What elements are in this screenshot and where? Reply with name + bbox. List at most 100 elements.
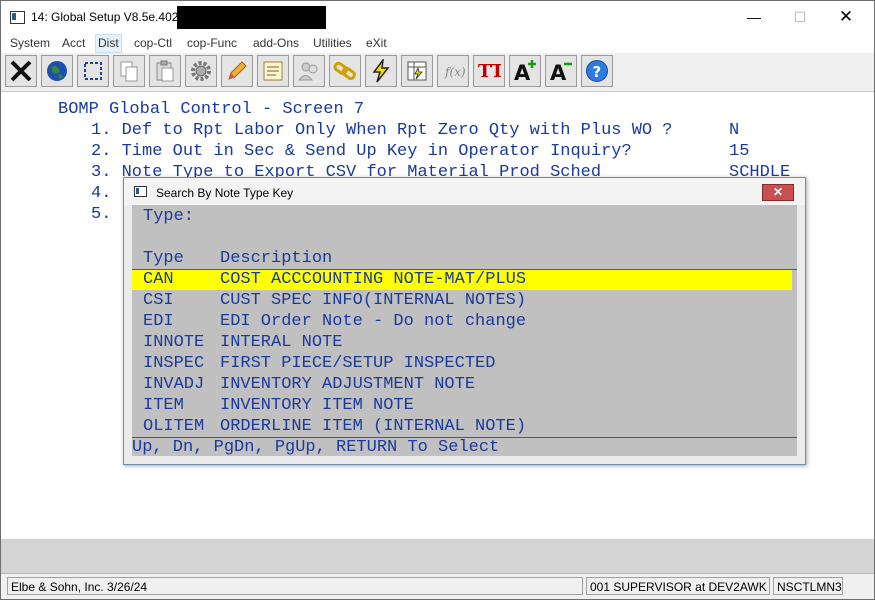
list-item[interactable]: INVADJ INVENTORY ADJUSTMENT NOTE	[132, 375, 792, 395]
settings-gear-icon	[191, 61, 211, 81]
field-1-prompt: 1. Def to Rpt Labor Only When Rpt Zero Q…	[91, 121, 673, 140]
toolbar-font-decrease-button[interactable]: A	[545, 55, 577, 87]
minimize-button[interactable]: —	[731, 1, 777, 33]
row-type: EDI	[143, 312, 174, 331]
field-5-prompt: 5.	[91, 205, 112, 224]
app-icon	[10, 11, 25, 24]
toolbar-copy-button[interactable]	[113, 55, 145, 87]
list-item[interactable]: INSPEC FIRST PIECE/SETUP INSPECTED	[132, 354, 792, 374]
toolbar-formula-button[interactable]: f(x)	[437, 55, 469, 87]
list-item-selected[interactable]: CAN COST ACCCOUNTING NOTE-MAT/PLUS	[132, 270, 792, 290]
list-item[interactable]: EDI EDI Order Note - Do not change	[132, 312, 792, 332]
row-type: OLITEM	[143, 417, 205, 436]
column-header-description: Description	[220, 249, 333, 268]
row-description: EDI Order Note - Do not change	[220, 312, 527, 331]
svg-text:f(x): f(x)	[444, 65, 465, 79]
toolbar-paste-button[interactable]	[149, 55, 181, 87]
screen-title: BOMP Global Control - Screen 7	[58, 100, 365, 119]
dialog-app-icon	[134, 186, 147, 197]
window-title: 14: Global Setup V8.5e.402 -	[31, 10, 186, 24]
menu-exit[interactable]: eXit	[366, 36, 387, 50]
bottom-gray-band	[1, 539, 874, 573]
font-increase-icon: A	[514, 60, 536, 83]
row-type: INSPEC	[143, 354, 205, 373]
menu-bar: System Acct Dist cop-Ctl cop-Func add-On…	[1, 33, 874, 53]
close-x-icon	[10, 60, 32, 82]
title-bar[interactable]: 14: Global Setup V8.5e.402 - — ☐ ✕	[1, 1, 874, 33]
toolbar-close-button[interactable]	[5, 55, 37, 87]
toolbar-font-button[interactable]: TT	[473, 55, 505, 87]
list-item[interactable]: CSI CUST SPEC INFO(INTERNAL NOTES)	[132, 291, 792, 311]
copy-icon	[120, 61, 138, 82]
spreadsheet-icon	[407, 61, 427, 81]
toolbar-lightning-button[interactable]	[365, 55, 397, 87]
toolbar-edit-button[interactable]	[221, 55, 253, 87]
row-type: INVADJ	[143, 375, 205, 394]
row-description: ORDERLINE ITEM (INTERNAL NOTE)	[220, 417, 527, 436]
field-4-prompt: 4.	[91, 184, 112, 203]
formula-icon: f(x)	[444, 65, 465, 79]
globe-icon	[47, 61, 67, 81]
toolbar-spreadsheet-button[interactable]	[401, 55, 433, 87]
status-company: Elbe & Sohn, Inc. 3/26/24	[7, 577, 583, 595]
link-icon	[333, 61, 356, 81]
font-decrease-icon: A	[550, 61, 572, 83]
menu-cop-ctl[interactable]: cop-Ctl	[134, 36, 172, 50]
field-2-prompt: 2. Time Out in Sec & Send Up Key in Oper…	[91, 142, 632, 161]
search-dialog: Search By Note Type Key ✕ Type: Type Des…	[123, 177, 806, 465]
dialog-close-button[interactable]: ✕	[762, 184, 794, 201]
toolbar-users-button[interactable]	[293, 55, 325, 87]
menu-acct[interactable]: Acct	[62, 36, 85, 50]
toolbar-notes-button[interactable]	[257, 55, 289, 87]
status-bar: Elbe & Sohn, Inc. 3/26/24 001 SUPERVISOR…	[1, 573, 874, 599]
type-search-label[interactable]: Type:	[143, 207, 194, 226]
list-item[interactable]: ITEM INVENTORY ITEM NOTE	[132, 396, 792, 416]
toolbar-font-increase-button[interactable]: A	[509, 55, 541, 87]
toolbar-globe-button[interactable]	[41, 55, 73, 87]
column-header-type: Type	[143, 249, 184, 268]
row-description: INTERAL NOTE	[220, 333, 343, 352]
edit-pencil-icon	[228, 61, 247, 80]
toolbar-help-button[interactable]: ?	[581, 55, 613, 87]
toolbar-link-button[interactable]	[329, 55, 361, 87]
svg-text:?: ?	[593, 63, 602, 81]
list-item[interactable]: INNOTE INTERAL NOTE	[132, 333, 792, 353]
menu-utilities[interactable]: Utilities	[313, 36, 352, 50]
menu-add-ons[interactable]: add-Ons	[253, 36, 299, 50]
users-icon	[297, 62, 318, 81]
row-description: CUST SPEC INFO(INTERNAL NOTES)	[220, 291, 527, 310]
dialog-body: Type: Type Description CAN COST ACCCOUNT…	[132, 205, 797, 457]
row-description: INVENTORY ITEM NOTE	[220, 396, 414, 415]
field-1-value[interactable]: N	[729, 121, 739, 140]
svg-text:TT: TT	[478, 61, 501, 82]
dialog-title: Search By Note Type Key	[156, 186, 294, 200]
notes-icon	[263, 61, 283, 81]
menu-dist[interactable]: Dist	[95, 34, 122, 53]
row-type: ITEM	[143, 396, 184, 415]
toolbar-select-button[interactable]	[77, 55, 109, 87]
field-2-value[interactable]: 15	[729, 142, 749, 161]
status-user: 001 SUPERVISOR at DEV2AWK	[586, 577, 770, 595]
menu-cop-func[interactable]: cop-Func	[187, 36, 237, 50]
dialog-footer-hint: Up, Dn, PgDn, PgUp, RETURN To Select	[132, 438, 500, 457]
dialog-title-bar[interactable]: Search By Note Type Key ✕	[124, 178, 805, 205]
row-type: CAN	[143, 270, 174, 289]
row-description: COST ACCCOUNTING NOTE-MAT/PLUS	[220, 270, 527, 289]
row-description: INVENTORY ADJUSTMENT NOTE	[220, 375, 476, 394]
row-type: INNOTE	[143, 333, 205, 352]
menu-system[interactable]: System	[10, 36, 50, 50]
help-icon: ?	[586, 60, 608, 82]
status-program: NSCTLMN3	[773, 577, 843, 595]
app-window: 14: Global Setup V8.5e.402 - — ☐ ✕ Syste…	[0, 0, 875, 600]
lightning-icon	[372, 59, 390, 83]
maximize-button[interactable]: ☐	[777, 1, 823, 33]
toolbar: f(x) TT A A ?	[1, 53, 874, 92]
redacted-title-block	[177, 6, 326, 29]
list-item[interactable]: OLITEM ORDERLINE ITEM (INTERNAL NOTE)	[132, 417, 792, 437]
select-box-icon	[84, 62, 102, 80]
paste-icon	[156, 60, 174, 82]
row-description: FIRST PIECE/SETUP INSPECTED	[220, 354, 496, 373]
row-type: CSI	[143, 291, 174, 310]
close-window-button[interactable]: ✕	[823, 1, 869, 33]
toolbar-settings-button[interactable]	[185, 55, 217, 87]
